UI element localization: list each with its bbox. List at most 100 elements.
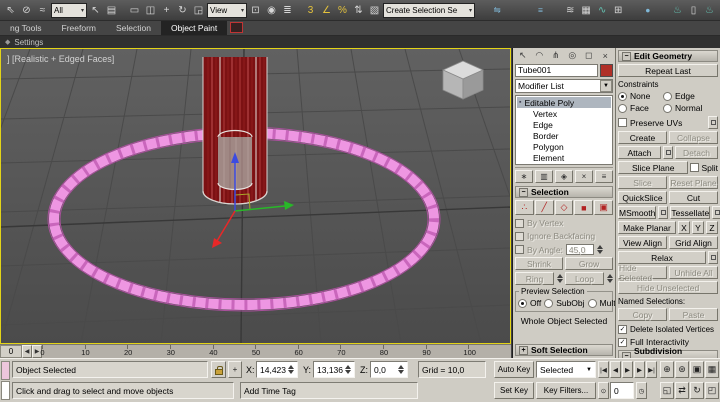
modifier-stack[interactable]: ▪ Editable Poly Vertex Edge Border Polyg… bbox=[515, 95, 613, 165]
tab-object-paint[interactable]: Object Paint bbox=[161, 21, 227, 35]
go-to-end-button[interactable]: ▶| bbox=[646, 361, 657, 378]
ring-spinner[interactable] bbox=[556, 272, 563, 285]
attach-button[interactable]: Attach bbox=[618, 146, 661, 159]
grid-align-button[interactable]: Grid Align bbox=[669, 236, 718, 249]
make-planar-button[interactable]: Make Planar bbox=[618, 221, 676, 234]
material-editor-icon[interactable]: ● bbox=[627, 4, 669, 17]
split-checkbox[interactable] bbox=[690, 163, 699, 172]
curve-editor-icon[interactable]: ∿ bbox=[595, 3, 610, 18]
snaps-toggle-icon[interactable]: 3 bbox=[303, 3, 318, 18]
time-slider-handle[interactable]: 0 bbox=[0, 345, 22, 358]
render-setup-icon[interactable]: ♨ bbox=[670, 3, 685, 18]
utilities-tab-icon[interactable]: × bbox=[598, 49, 614, 62]
viewport-label[interactable]: ] [Realistic + Edged Faces] bbox=[7, 54, 114, 64]
use-pivot-center-icon[interactable]: ⊡ bbox=[248, 3, 263, 18]
set-key-button[interactable]: Set Key bbox=[494, 382, 534, 399]
selection-filter-dropdown[interactable]: All ▾ bbox=[51, 3, 87, 18]
constraint-normal-radio[interactable] bbox=[663, 104, 672, 113]
hide-selected-button[interactable]: Hide Selected bbox=[618, 266, 667, 279]
timeline-track-bar[interactable]: 0 ◀ ▶ 0 10 20 30 40 50 60 70 80 90 100 bbox=[0, 344, 511, 358]
tab-modeling-tools[interactable]: ng Tools bbox=[0, 21, 52, 35]
selection-lock-toggle[interactable] bbox=[211, 361, 226, 378]
collapse-button[interactable]: Collapse bbox=[669, 131, 718, 144]
configure-modifier-sets-icon[interactable]: ≡ bbox=[595, 170, 613, 183]
next-frame-button[interactable]: ▶ bbox=[634, 361, 645, 378]
reference-coordinate-dropdown[interactable]: View ▾ bbox=[207, 3, 247, 18]
unhide-all-button[interactable]: Unhide All bbox=[669, 266, 718, 279]
create-button[interactable]: Create bbox=[618, 131, 667, 144]
relax-settings-button[interactable] bbox=[708, 251, 718, 264]
show-end-result-icon[interactable]: ▥ bbox=[535, 170, 553, 183]
x-spinner[interactable] bbox=[287, 365, 294, 374]
border-subobject-icon[interactable]: ◇ bbox=[555, 200, 574, 215]
subdivision-surface-rollout-header[interactable]: − Subdivision Surface bbox=[618, 350, 718, 358]
orbit-button[interactable]: ↻ bbox=[690, 382, 704, 399]
constraint-face-radio[interactable] bbox=[618, 104, 627, 113]
stack-item-vertex[interactable]: Vertex bbox=[517, 108, 611, 119]
edit-named-selection-sets-icon[interactable]: ▧ bbox=[367, 3, 382, 18]
planar-z-button[interactable]: Z bbox=[706, 221, 718, 234]
planar-x-button[interactable]: X bbox=[678, 221, 690, 234]
detach-button[interactable]: Detach bbox=[675, 146, 718, 159]
select-object-icon[interactable]: ↖ bbox=[88, 3, 103, 18]
selection-rollout-header[interactable]: − Selection bbox=[515, 186, 613, 198]
modify-tab-icon[interactable]: ◠ bbox=[532, 49, 548, 62]
soft-selection-rollout-header[interactable]: + Soft Selection bbox=[515, 344, 613, 356]
unlink-selection-icon[interactable]: ⊘ bbox=[19, 3, 34, 18]
layer-manager-icon[interactable]: ≋ bbox=[563, 3, 578, 18]
reset-plane-button[interactable]: Reset Plane bbox=[669, 176, 718, 189]
x-coordinate-field[interactable]: 14,423 bbox=[256, 361, 298, 378]
auto-key-button[interactable]: Auto Key bbox=[494, 361, 534, 378]
ribbon-minimize-button[interactable] bbox=[230, 22, 243, 33]
current-frame-field[interactable]: 0 bbox=[610, 382, 634, 399]
preview-multi-radio[interactable] bbox=[588, 299, 597, 308]
select-and-manipulate-icon[interactable]: ◉ bbox=[264, 3, 279, 18]
stack-item-edge[interactable]: Edge bbox=[517, 119, 611, 130]
mirror-icon[interactable]: ⇋ bbox=[476, 4, 518, 17]
play-animation-button[interactable]: ▶ bbox=[622, 361, 633, 378]
zoom-tool-button[interactable]: ⊕ bbox=[660, 361, 674, 378]
stack-item-polygon[interactable]: Polygon bbox=[517, 141, 611, 152]
grow-button[interactable]: Grow bbox=[565, 257, 613, 270]
constraint-none-radio[interactable] bbox=[618, 92, 627, 101]
display-tab-icon[interactable]: ◻ bbox=[581, 49, 597, 62]
view-align-button[interactable]: View Align bbox=[618, 236, 667, 249]
preview-off-radio[interactable] bbox=[518, 299, 527, 308]
loop-spinner[interactable] bbox=[606, 272, 613, 285]
go-to-start-button[interactable]: |◀ bbox=[598, 361, 609, 378]
element-subobject-icon[interactable]: ▣ bbox=[594, 200, 613, 215]
align-icon[interactable]: ≡ bbox=[519, 4, 561, 17]
zoom-extents-all-button[interactable]: ▦ bbox=[705, 361, 719, 378]
window-crossing-icon[interactable]: ◫ bbox=[143, 3, 158, 18]
angle-spinner[interactable] bbox=[597, 245, 604, 254]
y-spinner[interactable] bbox=[344, 365, 351, 374]
z-coordinate-field[interactable]: 0,0 bbox=[370, 361, 408, 378]
timeline-prev-frame-button[interactable]: ◀ bbox=[22, 345, 32, 358]
z-spinner[interactable] bbox=[397, 365, 404, 374]
tab-selection[interactable]: Selection bbox=[106, 21, 161, 35]
preserve-uvs-checkbox[interactable] bbox=[618, 118, 627, 127]
modifier-list-dropdown[interactable]: Modifier List ▼ bbox=[515, 79, 613, 93]
edit-geometry-rollout-header[interactable]: − Edit Geometry bbox=[618, 50, 718, 62]
select-and-rotate-icon[interactable]: ↻ bbox=[175, 3, 190, 18]
loop-button[interactable]: Loop bbox=[565, 272, 604, 285]
settings-panel-label[interactable]: Settings bbox=[14, 38, 43, 47]
named-selection-sets-combo[interactable]: Create Selection Se ▾ bbox=[383, 3, 475, 18]
absolute-offset-toggle[interactable]: + bbox=[228, 361, 242, 378]
render-production-icon[interactable]: ♨ bbox=[702, 3, 717, 18]
stack-item-element[interactable]: Element bbox=[517, 152, 611, 163]
ring-button[interactable]: Ring bbox=[515, 272, 554, 285]
time-configuration-button[interactable]: ◷ bbox=[636, 382, 647, 399]
bind-to-space-warp-icon[interactable]: ≈ bbox=[35, 3, 50, 18]
tessellate-button[interactable]: Tessellate bbox=[670, 206, 710, 219]
zoom-region-button[interactable]: ◱ bbox=[660, 382, 674, 399]
object-color-swatch[interactable] bbox=[600, 64, 613, 77]
stack-item-border[interactable]: Border bbox=[517, 130, 611, 141]
slice-button[interactable]: Slice bbox=[618, 176, 667, 189]
edge-subobject-icon[interactable]: ╱ bbox=[535, 200, 554, 215]
remove-modifier-icon[interactable]: × bbox=[575, 170, 593, 183]
make-unique-icon[interactable]: ◈ bbox=[555, 170, 573, 183]
select-and-link-icon[interactable]: ⇖ bbox=[3, 3, 18, 18]
delete-isolated-vertices-checkbox[interactable]: ✓ bbox=[618, 325, 627, 334]
key-filters-button[interactable]: Key Filters... bbox=[536, 382, 596, 399]
